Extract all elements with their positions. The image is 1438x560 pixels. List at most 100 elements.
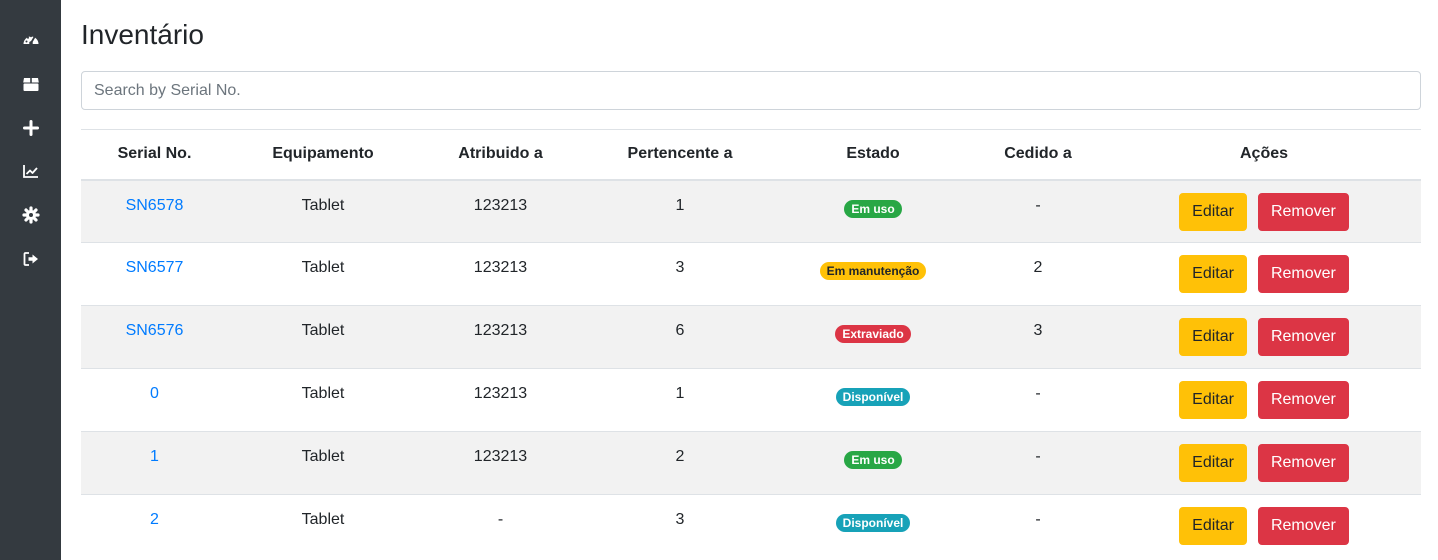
equipment-cell: Tablet	[301, 322, 345, 339]
ceded-cell-cell: -	[969, 431, 1107, 495]
ceded-cell: -	[1035, 448, 1041, 465]
equipment-cell-cell: Tablet	[228, 494, 418, 558]
edit-button[interactable]: Editar	[1179, 255, 1247, 293]
belongs-cell: 2	[675, 448, 685, 465]
column-header-assigned: Atribuido a	[418, 129, 583, 181]
ceded-cell: -	[1035, 196, 1041, 214]
edit-button[interactable]: Editar	[1179, 381, 1247, 419]
belongs-cell: 3	[675, 511, 685, 528]
assigned-cell-cell: 123213	[418, 431, 583, 495]
equipment-cell-cell: Tablet	[228, 179, 418, 243]
ceded-cell-cell: -	[969, 368, 1107, 432]
equipment-cell-cell: Tablet	[228, 368, 418, 432]
belongs-cell-cell: 3	[583, 494, 777, 558]
table-row: SN6578 Tablet 123213 1 Em uso - Editar Remover	[81, 179, 1421, 243]
sidebar-item-settings[interactable]	[0, 200, 61, 230]
actions-cell: Editar Remover	[1107, 305, 1421, 369]
assigned-cell: 123213	[473, 259, 528, 276]
serial-number-cell: 0	[81, 368, 228, 432]
belongs-cell-cell: 3	[583, 242, 777, 306]
assigned-cell-cell: 123213	[418, 242, 583, 306]
status-cell: Em manutenção	[777, 242, 969, 306]
status-cell: Extraviado	[777, 305, 969, 369]
sidebar-item-reports[interactable]	[0, 156, 61, 186]
column-header-serial: Serial No.	[81, 129, 228, 181]
serial-number-cell: 2	[81, 494, 228, 558]
assigned-cell: -	[497, 511, 504, 528]
equipment-cell: Tablet	[301, 511, 345, 528]
serial-number-cell: SN6577	[81, 242, 228, 306]
remove-button[interactable]: Remover	[1257, 381, 1349, 419]
assigned-cell-cell: 123213	[418, 368, 583, 432]
sidebar-item-add[interactable]	[0, 113, 61, 143]
assigned-cell: 123213	[473, 196, 528, 214]
page-title: Inventário	[81, 19, 204, 50]
ceded-cell: -	[1035, 385, 1041, 402]
assigned-cell-cell: 123213	[418, 179, 583, 243]
assigned-cell-cell: 123213	[418, 305, 583, 369]
equipment-cell: Tablet	[301, 196, 345, 214]
sidebar	[0, 0, 61, 560]
serial-number-link[interactable]: 2	[150, 511, 159, 528]
serial-number-link[interactable]: SN6576	[126, 322, 184, 339]
belongs-cell: 3	[675, 259, 685, 276]
sign-out-icon	[22, 250, 40, 268]
remove-button[interactable]: Remover	[1257, 192, 1349, 231]
box-icon	[22, 75, 40, 93]
column-header-actions: Ações	[1107, 129, 1421, 181]
remove-button[interactable]: Remover	[1257, 318, 1349, 356]
status-cell: Disponível	[777, 368, 969, 432]
column-header-equipment: Equipamento	[228, 129, 418, 181]
ceded-cell: 3	[1033, 322, 1043, 339]
inventory-table: Serial No. Equipamento Atribuido a Perte…	[81, 129, 1421, 558]
status-cell: Disponível	[777, 494, 969, 558]
column-header-ceded: Cedido a	[969, 129, 1107, 181]
status-badge: Extraviado	[835, 325, 911, 343]
edit-button[interactable]: Editar	[1179, 192, 1247, 231]
search-input[interactable]	[81, 71, 1421, 110]
table-header: Serial No. Equipamento Atribuido a Perte…	[81, 129, 1421, 181]
ceded-cell-cell: -	[969, 179, 1107, 243]
edit-button[interactable]: Editar	[1179, 318, 1247, 356]
assigned-cell: 123213	[473, 322, 528, 339]
column-header-status: Estado	[777, 129, 969, 181]
remove-button[interactable]: Remover	[1257, 255, 1349, 293]
actions-cell: Editar Remover	[1107, 242, 1421, 306]
status-badge: Em manutenção	[819, 262, 927, 280]
serial-number-cell: SN6578	[81, 179, 228, 243]
equipment-cell: Tablet	[301, 385, 345, 402]
serial-number-link[interactable]: 1	[150, 448, 159, 465]
dashboard-icon	[22, 31, 40, 49]
ceded-cell: -	[1035, 511, 1041, 528]
belongs-cell: 6	[675, 322, 685, 339]
serial-number-link[interactable]: 0	[150, 385, 159, 402]
main-content: Inventário Serial No. Equipamento Atribu…	[61, 0, 1438, 560]
remove-button[interactable]: Remover	[1257, 507, 1349, 545]
equipment-cell-cell: Tablet	[228, 431, 418, 495]
status-cell: Em uso	[777, 431, 969, 495]
actions-cell: Editar Remover	[1107, 368, 1421, 432]
sidebar-item-logout[interactable]	[0, 244, 61, 274]
actions-cell: Editar Remover	[1107, 179, 1421, 243]
assigned-cell-cell: -	[418, 494, 583, 558]
serial-number-cell: 1	[81, 431, 228, 495]
equipment-cell-cell: Tablet	[228, 242, 418, 306]
belongs-cell: 1	[675, 196, 685, 214]
edit-button[interactable]: Editar	[1179, 507, 1247, 545]
belongs-cell-cell: 6	[583, 305, 777, 369]
status-badge: Disponível	[835, 388, 911, 406]
serial-number-cell: SN6576	[81, 305, 228, 369]
remove-button[interactable]: Remover	[1257, 444, 1349, 482]
ceded-cell-cell: 2	[969, 242, 1107, 306]
edit-button[interactable]: Editar	[1179, 444, 1247, 482]
status-badge: Disponível	[835, 514, 911, 532]
status-cell: Em uso	[777, 179, 969, 243]
belongs-cell-cell: 1	[583, 179, 777, 243]
ceded-cell-cell: -	[969, 494, 1107, 558]
belongs-cell-cell: 2	[583, 431, 777, 495]
sidebar-item-dashboard[interactable]	[0, 25, 61, 55]
sidebar-item-inventory[interactable]	[0, 69, 61, 99]
serial-number-link[interactable]: SN6578	[126, 197, 184, 214]
serial-number-link[interactable]: SN6577	[126, 259, 184, 276]
table-row: SN6577 Tablet 123213 3 Em manutenção 2 Editar R…	[81, 242, 1421, 306]
